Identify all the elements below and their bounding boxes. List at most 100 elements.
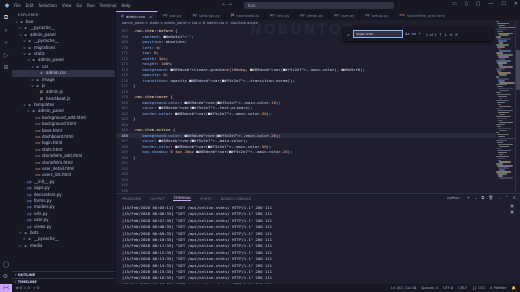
line-text: } <box>133 154 136 160</box>
file-type-icon: py <box>300 13 305 17</box>
line-ending[interactable]: CRLF <box>458 286 467 290</box>
tab-settings-py[interactable]: py settings.py <box>188 11 226 20</box>
layout-toggle-icon[interactable]: ▭ <box>452 1 457 7</box>
minimap-line <box>499 121 513 124</box>
previous-match-icon[interactable]: ↑ <box>439 32 442 37</box>
minimap-line <box>498 135 505 138</box>
tab-bot-py[interactable]: py bot.py <box>158 11 188 20</box>
tab-user-py[interactable]: py user.py <box>329 11 361 20</box>
section-label: TIMELINE <box>17 279 37 284</box>
panel-tab-debug-console[interactable]: DEBUG CONSOLE <box>221 197 252 201</box>
panel-tab-problems[interactable]: PROBLEMS <box>122 197 141 201</box>
source-control-icon[interactable]: ⑂ <box>4 40 8 47</box>
file-type-icon: py <box>163 13 168 17</box>
section-label: OUTLINE <box>17 273 36 277</box>
notifications-icon[interactable]: 🔔 <box>512 286 516 290</box>
folder-icon: ▪ <box>24 243 27 248</box>
tab-storiefelm-add-html[interactable]: <> storiefelm_add.html <box>394 11 452 20</box>
minimize-icon[interactable]: — <box>488 1 493 7</box>
encoding[interactable]: UTF-8 <box>443 286 453 290</box>
find-in-selection-icon[interactable]: ≡ <box>449 32 452 37</box>
tab-urls-py[interactable]: py urls.py <box>265 11 296 20</box>
sidebar-toggle-icon[interactable]: ▯ <box>465 1 468 7</box>
minimap-line <box>499 26 515 28</box>
nav-arrows: ← → <box>222 2 232 8</box>
account-icon[interactable]: ◯ <box>3 261 10 268</box>
minimap[interactable] <box>496 20 515 192</box>
file-type-icon: <> <box>399 13 405 17</box>
close-window-icon[interactable]: ✕ <box>514 1 518 7</box>
terminal-name[interactable]: python <box>447 196 459 200</box>
explorer-icon[interactable]: ⧉ <box>4 14 8 22</box>
more-actions-icon[interactable]: … <box>497 195 501 200</box>
indentation[interactable]: Spaces: 4 <box>421 286 438 290</box>
maximize-icon[interactable]: ☐ <box>501 1 505 7</box>
menu-item-file[interactable]: File <box>14 3 21 8</box>
next-match-icon[interactable]: ↓ <box>444 32 447 37</box>
close-find-icon[interactable]: ✕ <box>455 32 458 37</box>
menu-item-run[interactable]: Run <box>87 3 95 8</box>
prettier-status[interactable]: ⊘ Prettier <box>490 286 507 290</box>
code-editor[interactable]: 167 .nav-item::before {168 content: ■#a6e… <box>116 28 496 193</box>
problems-status[interactable]: ⊗ 0 ⚠ 0 <box>16 286 30 290</box>
ports-status[interactable]: ⑂ 0 <box>34 286 39 290</box>
minimap-line <box>497 133 509 136</box>
line-text: box-shadow: 0 4px 20px ■#89dceb">var(■#f… <box>142 149 293 154</box>
nav-back-icon[interactable]: ← <box>222 2 226 8</box>
menu-item-go[interactable]: Go <box>76 3 82 8</box>
tree-item[interactable]: > ▪ media <box>12 243 115 249</box>
close-tab-icon[interactable]: × <box>149 12 152 21</box>
find-match-count: 1 of 2 <box>425 31 437 37</box>
file-type-icon: py <box>365 13 370 17</box>
scrollbar-thumb[interactable] <box>516 50 520 90</box>
file-type-icon: py <box>192 13 197 17</box>
remote-indicator[interactable]: >< <box>0 284 12 292</box>
minimap-line <box>497 125 501 128</box>
editor-scrollbar[interactable] <box>515 20 520 192</box>
run-debug-icon[interactable]: ▷ <box>4 52 9 59</box>
cursor-position[interactable]: Ln 187, Col 38 <box>391 286 416 290</box>
match-case-icon[interactable]: Aa <box>405 32 410 36</box>
split-terminal-icon[interactable]: ⧉ <box>481 195 484 200</box>
nav-forward-icon[interactable]: → <box>228 2 232 8</box>
tab-admin-css[interactable]: # admin.css × <box>116 11 159 21</box>
command-center-search[interactable]: boo <box>244 2 394 9</box>
new-terminal-icon[interactable]: + <box>467 195 470 200</box>
panel-tab-output[interactable]: OUTPUT <box>150 197 164 201</box>
menu-item-view[interactable]: View <box>62 3 72 8</box>
minimap-line <box>498 151 507 153</box>
panel-tab-terminal[interactable]: TERMINAL <box>173 196 192 201</box>
settings-gear-icon[interactable]: ⚙ <box>3 273 10 280</box>
panel-tab-ports[interactable]: PORTS <box>200 197 211 201</box>
find-expand-icon[interactable]: > <box>347 32 351 37</box>
language-mode[interactable]: {} CSS <box>472 286 484 290</box>
whole-word-icon[interactable]: ab <box>412 32 416 36</box>
search-icon[interactable]: ⌕ <box>4 27 7 35</box>
maximize-panel-icon[interactable]: ⌃ <box>505 195 508 200</box>
minimap-line <box>497 141 503 144</box>
minimap-line <box>496 28 507 30</box>
menu-item-help[interactable]: Help <box>122 3 131 8</box>
menu-item-selection[interactable]: Selection <box>38 3 56 8</box>
terminal-output[interactable]: [15/Feb/2026 00:05:11] "GET /api/online-… <box>122 205 422 288</box>
minimap-line <box>497 149 511 151</box>
minimap-line <box>496 123 505 126</box>
tab-setup-py[interactable]: py setup.py <box>360 11 395 20</box>
menu-item-edit[interactable]: Edit <box>26 3 34 8</box>
close-panel-icon[interactable]: ✕ <box>513 195 516 200</box>
regex-icon[interactable]: .* <box>418 32 421 36</box>
extensions-icon[interactable]: ⊞ <box>3 64 8 71</box>
find-input[interactable]: logo-icon <box>353 30 403 38</box>
tab-heartbeat-js[interactable]: JS heartbeat.js <box>226 11 266 20</box>
panel-toggle-icon[interactable]: ▢ <box>476 1 481 7</box>
kill-terminal-icon[interactable]: 🗑 <box>488 195 493 200</box>
tab-views-py[interactable]: py views.py <box>295 11 330 20</box>
editor-tabs: # admin.css × py bot.py py settings.py JS heartb… <box>116 11 520 20</box>
activity-bar: ⧉ ⌕ ⑂ ▷ ⊞ ◯ ⚙ <box>0 11 12 284</box>
terminal-instance-icon[interactable]: ▣ <box>504 210 520 216</box>
minimap-line <box>499 153 503 155</box>
status-right: Ln 187, Col 38 Spaces: 4 UTF-8 CRLF {} CSS ⊘ … <box>391 286 520 290</box>
terminal-dropdown-icon[interactable]: ⌄ <box>474 195 477 200</box>
menu-item-terminal[interactable]: Terminal <box>100 3 117 8</box>
tab-label: settings.py <box>198 13 220 18</box>
